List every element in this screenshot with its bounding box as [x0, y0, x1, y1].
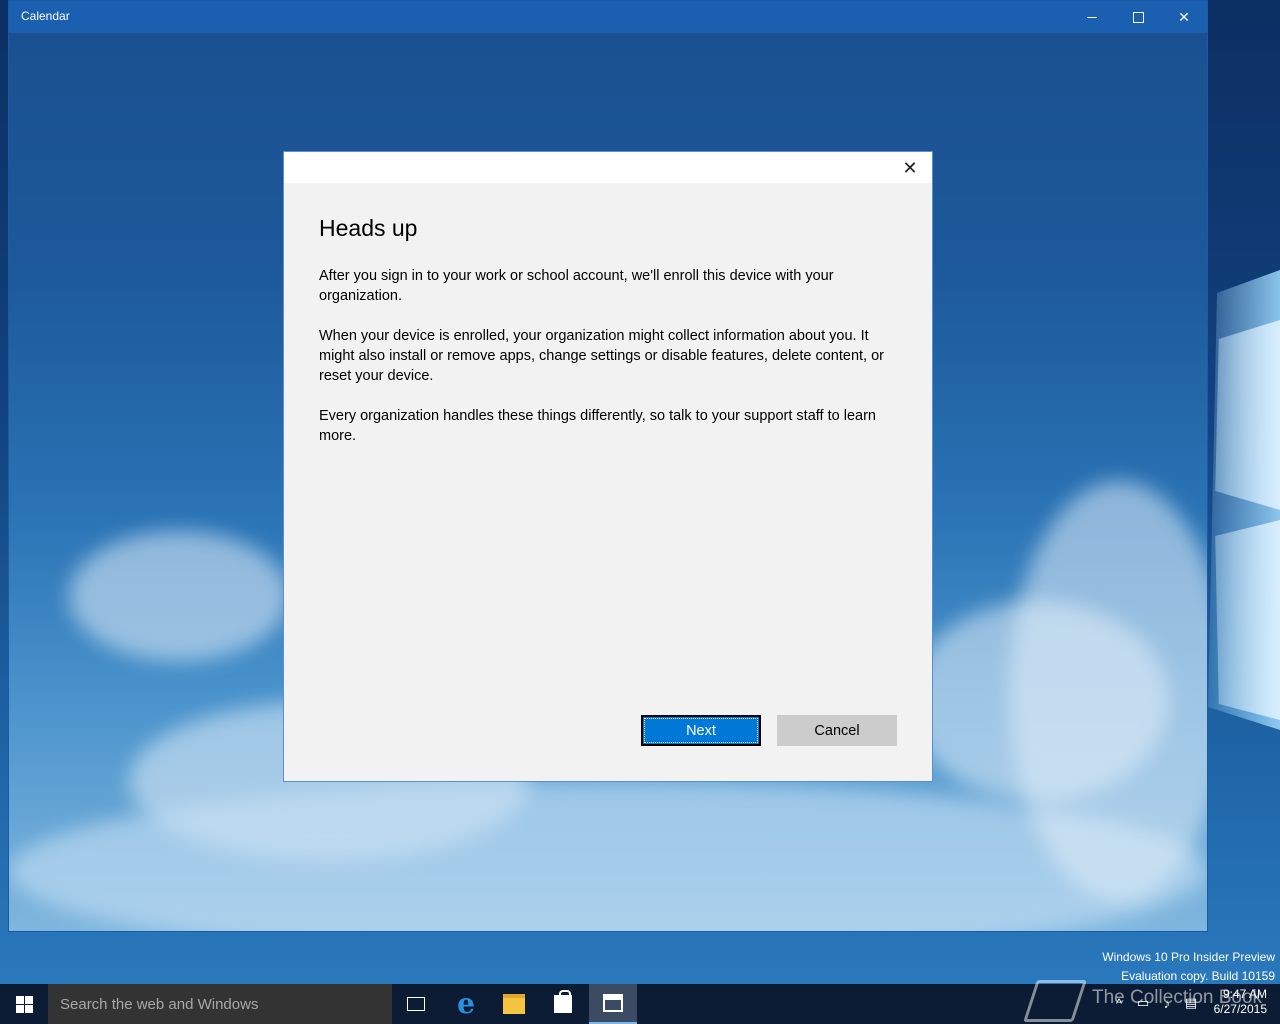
close-icon: ✕	[1178, 8, 1190, 25]
calendar-taskbar-button[interactable]	[589, 984, 637, 1024]
calendar-icon	[603, 994, 623, 1012]
enroll-device-dialog: ✕ Heads up After you sign in to your wor…	[283, 151, 933, 782]
dialog-paragraph: After you sign in to your work or school…	[319, 268, 834, 304]
minimize-button[interactable]	[1069, 1, 1115, 33]
collection-book-watermark: The Collection Book	[1023, 976, 1280, 1022]
wallpaper-window-pane-top	[1215, 320, 1280, 510]
next-button[interactable]: Next	[641, 715, 761, 746]
dialog-paragraph: When your device is enrolled, your organ…	[319, 328, 885, 384]
close-icon: ✕	[902, 157, 918, 178]
dialog-header-bar	[284, 152, 932, 183]
dialog-title: Heads up	[319, 215, 418, 241]
collection-book-text: The Collection Book	[1092, 987, 1263, 1008]
store-icon	[554, 990, 572, 1013]
maximize-icon	[1132, 11, 1144, 23]
file-explorer-taskbar-button[interactable]	[490, 984, 538, 1024]
start-button[interactable]	[0, 984, 48, 1024]
maximize-button[interactable]	[1115, 1, 1161, 33]
search-placeholder: Search the web and Windows	[60, 995, 259, 1013]
edge-taskbar-button[interactable]: e	[442, 984, 490, 1024]
wallpaper-window-pane-bottom	[1215, 520, 1280, 720]
dialog-paragraph: Every organization handles these things …	[319, 408, 876, 444]
folder-icon	[503, 994, 525, 1014]
cancel-button[interactable]: Cancel	[777, 715, 897, 746]
window-titlebar[interactable]: Calendar ✕	[9, 1, 1207, 33]
store-taskbar-button[interactable]	[539, 984, 587, 1024]
book-icon	[1023, 980, 1087, 1022]
cloud	[909, 601, 1169, 801]
task-view-button[interactable]	[392, 984, 440, 1024]
watermark-line: Windows 10 Pro Insider Preview	[1102, 950, 1275, 964]
cloud	[69, 531, 289, 661]
window-title: Calendar	[21, 9, 70, 23]
dialog-body: After you sign in to your work or school…	[319, 266, 904, 466]
windows-logo-icon	[15, 995, 33, 1013]
close-window-button[interactable]: ✕	[1161, 1, 1207, 33]
task-view-icon	[407, 997, 425, 1011]
edge-icon: e	[457, 987, 475, 1020]
search-box[interactable]: Search the web and Windows	[48, 984, 392, 1024]
minimize-icon	[1087, 16, 1097, 18]
dialog-close-button[interactable]: ✕	[900, 158, 920, 178]
